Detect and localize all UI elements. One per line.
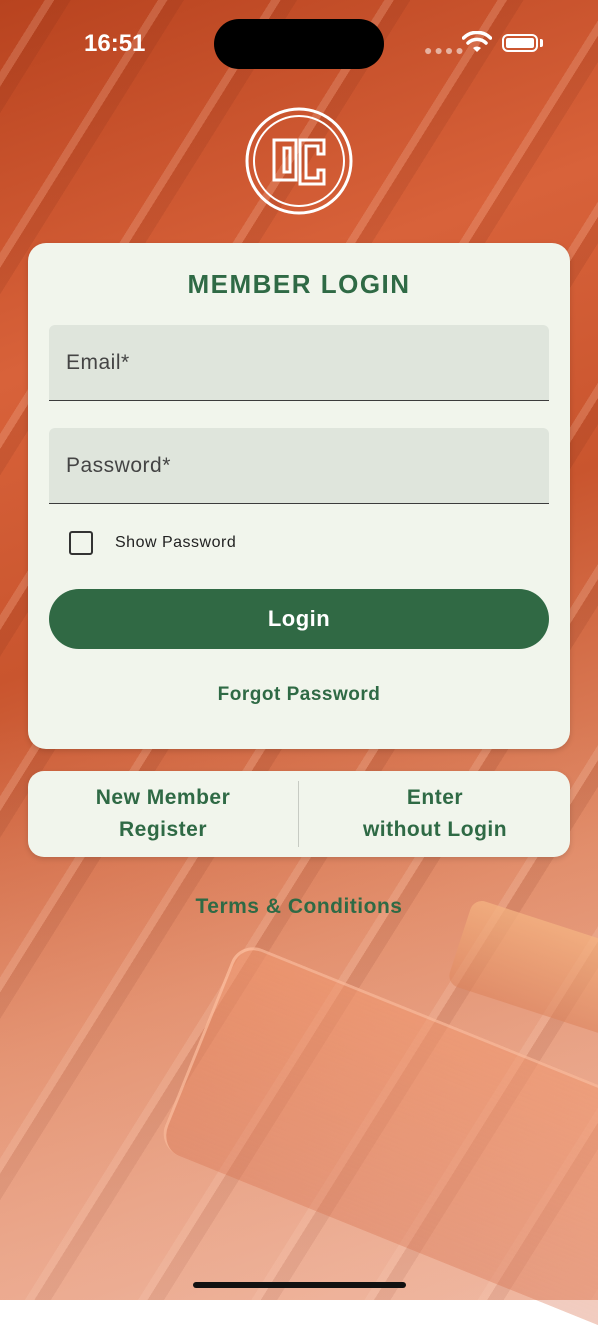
new-member-register-button[interactable]: New Member Register	[28, 771, 298, 857]
register-line1: New Member	[95, 786, 231, 809]
status-bar: 16:51 ●●●●	[0, 0, 598, 90]
divider	[298, 781, 299, 847]
dynamic-island	[214, 19, 384, 69]
login-button[interactable]: Login	[49, 589, 549, 649]
wifi-icon	[462, 31, 492, 52]
show-password-label: Show Password	[115, 534, 237, 551]
login-title: MEMBER LOGIN	[187, 269, 411, 299]
home-indicator[interactable]	[193, 1282, 406, 1288]
status-time: 16:51	[84, 30, 146, 57]
show-password-checkbox[interactable]	[69, 531, 93, 555]
terms-conditions-link[interactable]: Terms & Conditions	[0, 895, 598, 919]
password-field[interactable]	[49, 428, 549, 504]
enter-line2: without Login	[362, 818, 508, 841]
email-input[interactable]	[49, 325, 549, 400]
enter-without-login-button[interactable]: Enter without Login	[300, 771, 570, 857]
email-field[interactable]	[49, 325, 549, 401]
club-logo: OC	[244, 106, 354, 216]
enter-line1: Enter	[406, 786, 464, 809]
password-input[interactable]	[49, 428, 549, 503]
actions-card: New Member Register Enter without Login	[28, 771, 570, 857]
signal-dots-icon: ●●●●	[424, 42, 466, 58]
battery-icon	[502, 34, 538, 52]
battery-cap-icon	[540, 39, 543, 47]
forgot-password-link[interactable]: Forgot Password	[28, 684, 570, 706]
register-line2: Register	[118, 818, 208, 841]
login-card: MEMBER LOGIN Show Password Login Forgot …	[28, 243, 570, 749]
